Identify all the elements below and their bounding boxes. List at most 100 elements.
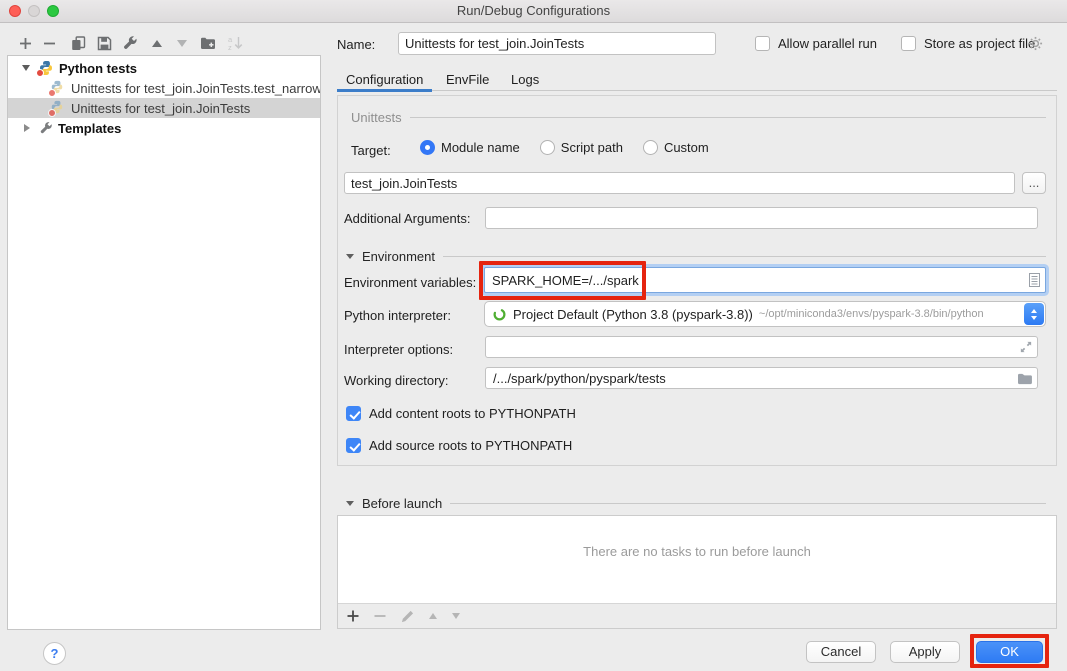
checkbox-icon[interactable] [755, 36, 770, 51]
tab-configuration[interactable]: Configuration [346, 72, 423, 87]
radio-selected-icon[interactable] [420, 140, 435, 155]
environment-section-header[interactable]: Environment [346, 249, 1046, 264]
tree-node-label: Templates [58, 121, 121, 136]
tree-item-jointests-selected[interactable]: Unittests for test_join.JoinTests [8, 98, 320, 118]
move-down-button [173, 34, 191, 52]
radio-label: Module name [441, 140, 520, 155]
working-directory-input[interactable] [491, 370, 1017, 387]
chevron-right-icon[interactable] [24, 124, 30, 132]
highlight-environment-variables [479, 261, 646, 300]
tree-item-label: Unittests for test_join.JoinTests [71, 101, 250, 116]
before-launch-section-header[interactable]: Before launch [346, 496, 1046, 511]
collapse-triangle-icon[interactable] [346, 254, 354, 259]
zoom-window-icon[interactable] [47, 5, 59, 17]
tree-item-label: Unittests for test_join.JoinTests.test_n… [71, 81, 320, 96]
radio-script-path[interactable]: Script path [540, 140, 623, 155]
radio-module-name[interactable]: Module name [420, 140, 520, 155]
radio-custom[interactable]: Custom [643, 140, 709, 155]
before-launch-task-list: There are no tasks to run before launch [337, 515, 1057, 629]
edit-defaults-wrench-icon [122, 35, 138, 51]
interpreter-options-input[interactable] [491, 339, 1020, 356]
radio-icon[interactable] [643, 140, 658, 155]
window-title: Run/Debug Configurations [0, 0, 1067, 22]
remove-icon [374, 610, 386, 622]
move-task-up-icon [429, 613, 437, 619]
allow-parallel-run-label: Allow parallel run [778, 36, 877, 51]
copy-icon [71, 36, 86, 51]
svg-text:z: z [228, 43, 232, 51]
cancel-button[interactable]: Cancel [806, 641, 876, 663]
python-interpreter-label: Python interpreter: [344, 308, 451, 323]
python-interpreter-select[interactable]: Project Default (Python 3.8 (pyspark-3.8… [484, 301, 1046, 327]
target-input[interactable] [344, 172, 1015, 194]
allow-parallel-run-checkbox[interactable]: Allow parallel run [755, 36, 877, 51]
checkbox-checked-icon[interactable] [346, 406, 361, 421]
add-task-button[interactable] [347, 610, 359, 622]
additional-arguments-input[interactable] [485, 207, 1038, 229]
gear-icon[interactable] [1028, 36, 1043, 54]
interpreter-options-label: Interpreter options: [344, 342, 453, 357]
remove-configuration-button[interactable] [40, 34, 58, 52]
name-input[interactable] [398, 32, 716, 55]
name-label: Name: [337, 37, 375, 52]
target-label: Target: [351, 143, 391, 158]
edit-templates-button[interactable] [121, 34, 139, 52]
active-tab-underline [337, 89, 432, 92]
tree-node-templates[interactable]: Templates [8, 118, 320, 138]
tree-node-label: Python tests [59, 61, 137, 76]
store-as-project-file-label: Store as project file [924, 36, 1035, 51]
title-bar: Run/Debug Configurations [0, 0, 1067, 23]
edit-pencil-icon [401, 610, 414, 623]
environment-variables-label: Environment variables: [344, 275, 476, 290]
add-content-roots-checkbox[interactable]: Add content roots to PYTHONPATH [346, 406, 576, 421]
checkbox-checked-icon[interactable] [346, 438, 361, 453]
close-window-icon[interactable] [9, 5, 21, 17]
apply-button[interactable]: Apply [890, 641, 960, 663]
python-interpreter-value: Project Default (Python 3.8 (pyspark-3.8… [513, 307, 753, 322]
python-test-icon [50, 80, 66, 96]
tab-envfile[interactable]: EnvFile [446, 72, 489, 87]
interpreter-options-field[interactable] [485, 336, 1038, 358]
edit-task-button [401, 610, 414, 623]
additional-arguments-label: Additional Arguments: [344, 211, 470, 226]
before-launch-toolbar [338, 603, 1056, 628]
select-stepper-icon[interactable] [1024, 303, 1044, 325]
tree-item-test-narrow[interactable]: Unittests for test_join.JoinTests.test_n… [8, 78, 320, 98]
conda-ring-icon [492, 307, 507, 322]
move-up-icon [152, 40, 162, 47]
working-directory-field[interactable] [485, 367, 1038, 389]
new-folder-button[interactable] [199, 34, 217, 52]
save-configuration-button[interactable] [95, 34, 113, 52]
collapse-triangle-icon[interactable] [346, 501, 354, 506]
before-launch-empty-message: There are no tasks to run before launch [338, 544, 1056, 559]
radio-label: Custom [664, 140, 709, 155]
list-icon[interactable] [1029, 273, 1040, 287]
test-badge-icon [48, 109, 56, 117]
test-badge-icon [36, 69, 44, 77]
expand-icon[interactable] [1020, 341, 1032, 353]
move-up-button[interactable] [148, 34, 166, 52]
python-interpreter-path: ~/opt/miniconda3/envs/pyspark-3.8/bin/py… [759, 308, 984, 320]
python-test-icon [50, 100, 66, 116]
checkbox-icon[interactable] [901, 36, 916, 51]
add-configuration-button[interactable] [16, 34, 34, 52]
chevron-down-icon[interactable] [22, 65, 30, 71]
sort-configurations-button: az [226, 34, 244, 52]
working-directory-label: Working directory: [344, 373, 449, 388]
run-debug-configurations-dialog: Run/Debug Configurations az Python tests [0, 0, 1067, 671]
radio-icon[interactable] [540, 140, 555, 155]
unittests-section-header: Unittests [351, 110, 1046, 125]
help-button[interactable]: ? [43, 642, 66, 665]
tree-node-python-tests[interactable]: Python tests [8, 58, 320, 78]
tab-rule [432, 90, 1057, 91]
move-down-icon [177, 40, 187, 47]
add-source-roots-checkbox[interactable]: Add source roots to PYTHONPATH [346, 438, 572, 453]
tab-logs[interactable]: Logs [511, 72, 539, 87]
copy-configuration-button[interactable] [69, 34, 87, 52]
folder-icon[interactable] [1017, 372, 1032, 385]
python-tests-icon [38, 60, 54, 76]
add-source-roots-label: Add source roots to PYTHONPATH [369, 438, 572, 453]
store-as-project-file-checkbox[interactable]: Store as project file [901, 36, 1035, 51]
browse-button[interactable]: ... [1022, 172, 1046, 194]
configurations-tree: Python tests Unittests for test_join.Joi… [7, 55, 321, 630]
